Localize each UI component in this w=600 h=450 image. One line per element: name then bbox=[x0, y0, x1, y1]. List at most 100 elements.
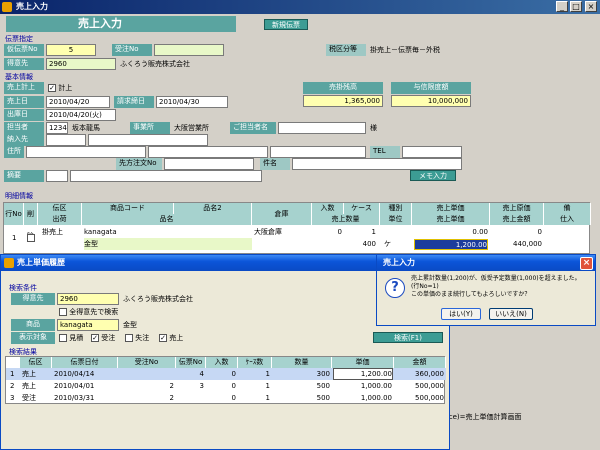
grid-header-note: 備 bbox=[544, 203, 591, 214]
row-slip: 4 bbox=[199, 370, 204, 378]
tel-field[interactable] bbox=[402, 146, 462, 158]
grid-header-name2: 品名2 bbox=[174, 203, 252, 214]
address-label: 住所 bbox=[4, 146, 24, 158]
sales-calc-label: 売上計上 bbox=[4, 82, 44, 94]
credit-value: 10,000,000 bbox=[391, 95, 471, 107]
row-qty: 300 bbox=[316, 370, 330, 378]
checkbox-icon bbox=[27, 234, 35, 242]
filter-label: 売上 bbox=[169, 334, 184, 342]
sales-date-field[interactable]: 2010/04/20 bbox=[46, 96, 110, 108]
history-header-type: 伝区 bbox=[20, 357, 52, 368]
sales-calc-check-label: 計上 bbox=[58, 84, 73, 92]
grid-header-kind: 種別 bbox=[380, 203, 412, 214]
row-unit-price[interactable]: 1,200.00 bbox=[414, 239, 488, 250]
staff-label: 担当者 bbox=[4, 122, 44, 134]
dialog-close-icon[interactable]: × bbox=[580, 257, 593, 270]
filter-lost[interactable]: 失注 bbox=[125, 332, 149, 344]
row-code[interactable]: kanagata bbox=[84, 226, 117, 238]
history-app-icon bbox=[4, 258, 14, 268]
grid-header-code: 商品コード bbox=[82, 203, 174, 214]
filter-label: 見積 bbox=[69, 334, 84, 342]
address-field-3[interactable] bbox=[270, 146, 366, 158]
row-qty[interactable]: 400 bbox=[334, 238, 376, 250]
row-amount: 500,000 bbox=[415, 394, 444, 402]
all-customers-label: 全得意先で検索 bbox=[69, 308, 119, 316]
row-cost[interactable]: 0.00 bbox=[444, 226, 488, 238]
new-slip-button[interactable]: 新規伝票 bbox=[264, 19, 308, 30]
row-no: 1 bbox=[12, 234, 17, 242]
grid-header-amount: 売上金額 bbox=[490, 214, 544, 225]
grid-header-no: 行No bbox=[4, 203, 24, 225]
history-product-field[interactable]: kanagata bbox=[57, 319, 119, 331]
search-button[interactable]: 検索(F1) bbox=[373, 332, 443, 343]
row-qty-in[interactable]: 0 bbox=[324, 226, 342, 238]
office-value: 大阪営業所 bbox=[174, 124, 209, 132]
staff-code-field[interactable]: 1234 bbox=[46, 122, 68, 134]
check-icon: ✓ bbox=[159, 334, 167, 342]
delivery-name-field[interactable] bbox=[88, 134, 208, 146]
row-cases: 1 bbox=[265, 370, 270, 378]
grid-header-unit: 単位 bbox=[380, 214, 412, 225]
row-type[interactable]: 掛売上 bbox=[42, 226, 63, 238]
row-index: 3 bbox=[10, 394, 15, 402]
close-icon[interactable]: × bbox=[585, 1, 597, 12]
dialog-message-line-3: この単価のまま続行してもよろしいですか？ bbox=[411, 291, 531, 298]
maximize-icon[interactable]: □ bbox=[570, 1, 582, 12]
credit-label: 与信限度額 bbox=[391, 82, 471, 94]
row-date: 2010/03/31 bbox=[54, 394, 95, 402]
provisional-no-field[interactable]: 5 bbox=[46, 44, 96, 56]
billing-date-field[interactable]: 2010/04/30 bbox=[156, 96, 228, 108]
main-title-bar: 売上入力 bbox=[0, 0, 600, 14]
subject-label: 件名 bbox=[260, 158, 290, 170]
all-customers-checkbox[interactable]: 全得意先で検索 bbox=[59, 306, 118, 318]
contact-field[interactable] bbox=[278, 122, 366, 134]
summary-select[interactable] bbox=[46, 170, 68, 182]
ship-date-field[interactable]: 2010/04/20(火) bbox=[46, 109, 116, 121]
row-inq: 0 bbox=[231, 370, 236, 378]
grid-header-cost: 売上原価 bbox=[490, 203, 544, 214]
address-field-2[interactable] bbox=[148, 146, 268, 158]
office-label: 事業所 bbox=[130, 122, 170, 134]
history-product-label: 商品 bbox=[11, 319, 55, 331]
table-row[interactable]: 2 売上 2010/04/01 2 3 0 1 500 1,000.00 500… bbox=[6, 380, 446, 392]
row-warehouse[interactable]: 大阪倉庫 bbox=[254, 226, 282, 238]
staff-name: 坂本龍馬 bbox=[72, 124, 100, 132]
delivery-code-field[interactable] bbox=[46, 134, 86, 146]
status-text: pace)=売上単価計算画面 bbox=[440, 413, 522, 421]
check-icon: ✓ bbox=[48, 84, 56, 92]
grid-header-warehouse: 倉庫 bbox=[252, 203, 312, 225]
row-cases[interactable]: 1 bbox=[354, 226, 376, 238]
filter-sales[interactable]: ✓ 売上 bbox=[159, 332, 183, 344]
no-button[interactable]: いいえ(N) bbox=[489, 308, 533, 320]
delivery-label: 納入先 bbox=[4, 134, 44, 146]
yes-button[interactable]: はい(Y) bbox=[441, 308, 481, 320]
history-customer-field[interactable]: 2960 bbox=[57, 293, 119, 305]
order-no-field[interactable] bbox=[154, 44, 224, 56]
row-delete-checkbox[interactable] bbox=[27, 232, 35, 244]
sales-calc-checkbox[interactable]: ✓ 計上 bbox=[48, 82, 72, 94]
row-cost-qty[interactable]: 0 bbox=[524, 226, 542, 238]
grid-header-case: ケース bbox=[344, 203, 380, 214]
row-unit[interactable]: ケ bbox=[384, 238, 391, 250]
filter-order[interactable]: ✓ 受注 bbox=[91, 332, 115, 344]
filter-label: 受注 bbox=[101, 334, 116, 342]
memo-button[interactable]: メモ入力 bbox=[410, 170, 456, 181]
summary-label: 摘要 bbox=[4, 170, 44, 182]
table-row[interactable]: 3 受注 2010/03/31 2 0 1 500 1,000.00 500,0… bbox=[6, 392, 446, 404]
minimize-icon[interactable]: _ bbox=[556, 1, 568, 12]
detail-grid: 行No 削除 伝区 商品コード 品名2 倉庫 入数 ケース 種別 売上単価 売上… bbox=[3, 202, 591, 254]
dialog-message-line-2: (行No=1) bbox=[411, 283, 439, 290]
row-name[interactable]: 金型 bbox=[84, 238, 252, 250]
summary-field[interactable] bbox=[70, 170, 262, 182]
client-order-field[interactable] bbox=[164, 158, 254, 170]
grid-header-qty: 売上数量 bbox=[312, 214, 380, 225]
table-row[interactable]: 1 売上 2010/04/14 4 0 1 300 1,200.00 360,0… bbox=[6, 368, 446, 380]
question-icon: ? bbox=[385, 278, 405, 298]
grid-header-name: 品名 bbox=[82, 214, 252, 225]
row-price: 1,000.00 bbox=[360, 382, 392, 390]
filter-estimate[interactable]: 見積 bbox=[59, 332, 83, 344]
customer-code-field[interactable]: 2960 bbox=[46, 58, 116, 70]
row-inq: 0 bbox=[231, 394, 236, 402]
address-field-1[interactable] bbox=[26, 146, 146, 158]
subject-field[interactable] bbox=[292, 158, 462, 170]
